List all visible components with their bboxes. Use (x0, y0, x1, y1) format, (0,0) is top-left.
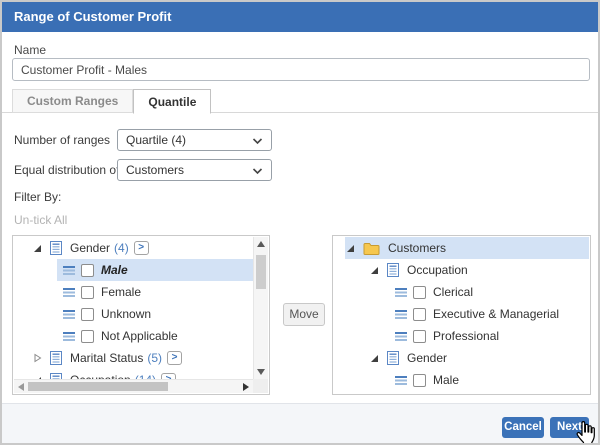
expand-values-button[interactable]: > (167, 351, 182, 365)
horizontal-scrollbar[interactable] (14, 379, 253, 393)
value-lines-icon (395, 287, 407, 297)
tab-strip: Custom Ranges Quantile (12, 89, 211, 113)
cancel-button[interactable]: Cancel (502, 417, 544, 438)
name-input[interactable] (12, 58, 590, 81)
number-of-ranges-select[interactable]: Quartile (4) (117, 129, 272, 151)
tree-node-unknown[interactable]: Unknown (57, 303, 253, 325)
tree-node-label: Male (101, 263, 128, 277)
tree-node-label: Executive & Managerial (433, 307, 559, 321)
tree-node-female[interactable]: Female (57, 281, 253, 303)
not-applicable-checkbox[interactable] (81, 330, 94, 343)
value-lines-icon (63, 287, 75, 297)
equal-distribution-label: Equal distribution of (14, 159, 119, 181)
tree-node-male-selected[interactable]: Male (395, 369, 589, 391)
tree-node-label: Female (101, 285, 141, 299)
clerical-checkbox[interactable] (413, 286, 426, 299)
female-checkbox[interactable] (81, 286, 94, 299)
tree-node-label: Not Applicable (101, 329, 178, 343)
category-list-icon (387, 263, 399, 277)
scroll-down-icon[interactable] (257, 369, 265, 375)
tree-node-gender-selected[interactable]: Gender (369, 347, 589, 369)
value-lines-icon (395, 331, 407, 341)
tab-custom-ranges[interactable]: Custom Ranges (12, 89, 133, 113)
tree-node-label: Customers (388, 241, 446, 255)
tab-quantile[interactable]: Quantile (133, 89, 211, 114)
equal-distribution-value: Customers (126, 163, 184, 177)
tree-node-label: Professional (433, 329, 499, 343)
range-dialog: Range of Customer Profit Name Custom Ran… (0, 0, 600, 445)
next-button[interactable]: Next (550, 417, 589, 438)
tree-node-label: Gender (407, 351, 447, 365)
tree-node-marital-status[interactable]: Marital Status (5) > (14, 347, 253, 369)
tree-node-clerical[interactable]: Clerical (395, 281, 589, 303)
caret-expanded-icon[interactable] (369, 265, 379, 275)
scrollbar-thumb[interactable] (256, 255, 266, 289)
scrollbar-thumb[interactable] (28, 382, 168, 391)
category-list-icon (50, 241, 62, 255)
scroll-right-icon[interactable] (243, 383, 249, 391)
node-count: (4) (114, 241, 129, 255)
equal-distribution-select[interactable]: Customers (117, 159, 272, 181)
tree-node-occupation-selected[interactable]: Occupation (369, 259, 589, 281)
scroll-left-icon[interactable] (18, 383, 24, 391)
caret-expanded-icon[interactable] (369, 353, 379, 363)
number-of-ranges-label: Number of ranges (14, 129, 110, 151)
tree-node-label: Clerical (433, 285, 473, 299)
category-list-icon (387, 351, 399, 365)
selected-filters-panel: Customers Occupation Clerical Executive … (332, 235, 591, 395)
folder-icon (363, 242, 380, 255)
tree-node-executive-managerial[interactable]: Executive & Managerial (395, 303, 589, 325)
dialog-title: Range of Customer Profit (2, 2, 598, 32)
tree-node-gender[interactable]: Gender (4) > (14, 237, 253, 259)
category-list-icon (50, 351, 62, 365)
scrollbar-corner (253, 379, 268, 393)
tree-node-professional[interactable]: Professional (395, 325, 589, 347)
untick-all-link[interactable]: Un-tick All (14, 213, 67, 227)
filter-tree-panel: Gender (4) > Male Female Unknown (12, 235, 270, 395)
tree-node-label: Male (433, 373, 459, 387)
node-count: (5) (147, 351, 162, 365)
tree-node-label: Unknown (101, 307, 151, 321)
value-lines-icon (395, 375, 407, 385)
tree-node-not-applicable[interactable]: Not Applicable (57, 325, 253, 347)
tree-node-label: Gender (70, 241, 110, 255)
unknown-checkbox[interactable] (81, 308, 94, 321)
value-lines-icon (63, 309, 75, 319)
executive-managerial-checkbox[interactable] (413, 308, 426, 321)
chevron-down-icon (252, 168, 263, 175)
tree-node-label: Marital Status (70, 351, 143, 365)
male-checkbox[interactable] (81, 264, 94, 277)
value-lines-icon (63, 331, 75, 341)
name-label: Name (14, 43, 46, 57)
scroll-up-icon[interactable] (257, 241, 265, 247)
caret-expanded-icon[interactable] (32, 243, 42, 253)
tree-node-male[interactable]: Male (57, 259, 253, 281)
value-lines-icon (63, 265, 75, 275)
tree-node-label: Occupation (407, 263, 468, 277)
filter-by-label: Filter By: (14, 190, 61, 204)
number-of-ranges-value: Quartile (4) (126, 133, 186, 147)
vertical-scrollbar[interactable] (253, 237, 268, 379)
tree-node-customers[interactable]: Customers (345, 237, 589, 259)
caret-expanded-icon[interactable] (345, 243, 355, 253)
value-lines-icon (395, 309, 407, 319)
professional-checkbox[interactable] (413, 330, 426, 343)
move-button[interactable]: Move (283, 303, 325, 326)
chevron-down-icon (252, 138, 263, 145)
caret-collapsed-icon[interactable] (32, 353, 42, 363)
male-selected-checkbox[interactable] (413, 374, 426, 387)
dialog-footer: Cancel Next (2, 403, 598, 443)
expand-values-button[interactable]: > (134, 241, 149, 255)
